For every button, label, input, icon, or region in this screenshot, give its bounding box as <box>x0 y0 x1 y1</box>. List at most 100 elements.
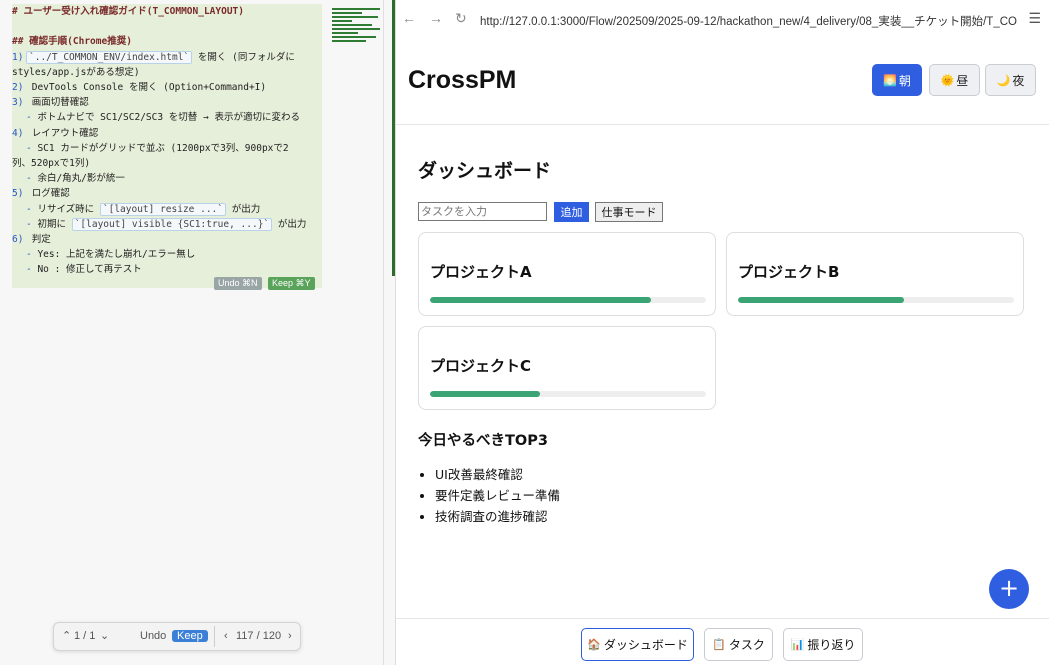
change-counter: 1 / 1 <box>74 630 96 642</box>
editor-line: # ユーザー受け入れ確認ガイド(T_COMMON_LAYOUT) <box>12 4 322 19</box>
editor-text: `[layout] resize ...` <box>99 202 226 216</box>
pane-divider[interactable] <box>383 0 384 665</box>
editor-text: # ユーザー受け入れ確認ガイド(T_COMMON_LAYOUT) <box>12 6 244 17</box>
editor-line: - No : 修正して再テスト <box>12 262 322 277</box>
editor-text: 6) <box>12 234 24 246</box>
chevron-left-icon[interactable]: ‹ <box>224 627 228 646</box>
editor-pane: # ユーザー受け入れ確認ガイド(T_COMMON_LAYOUT) ## 確認手順… <box>0 0 395 665</box>
back-icon[interactable]: ← <box>402 10 416 26</box>
file-counter: 117 / 120 <box>236 630 282 642</box>
add-fab-button[interactable]: + <box>989 569 1029 609</box>
editor-text: 判定 <box>26 234 51 246</box>
progress-fill <box>738 297 904 303</box>
project-card[interactable]: プロジェクトA <box>418 232 716 316</box>
house-icon: 🏠 <box>587 638 601 651</box>
editor-text: ログ確認 <box>26 188 70 200</box>
progress-bar <box>430 297 706 303</box>
url-field[interactable]: http://127.0.0.1:3000/Flow/202509/2025-0… <box>480 13 1020 29</box>
nav-review-label: 振り返り <box>807 638 856 652</box>
editor-text: 5) <box>12 188 24 200</box>
task-input[interactable] <box>418 202 547 221</box>
list-item: 技術調査の進捗確認 <box>435 506 560 527</box>
project-name: プロジェクトC <box>430 357 532 375</box>
theme-morning-button[interactable]: 🌅 朝 <box>872 64 922 96</box>
project-name: プロジェクトA <box>430 263 532 281</box>
chevron-down-icon[interactable]: ⌄ <box>100 627 109 646</box>
nav-dashboard-button[interactable]: 🏠 ダッシュボード <box>581 628 694 661</box>
editor-line: 5) ログ確認 <box>12 186 322 201</box>
top3-list: UI改善最終確認 要件定義レビュー準備 技術調査の進捗確認 <box>418 464 560 527</box>
theme-noon-button[interactable]: 🌞 昼 <box>929 64 980 96</box>
editor-line: 列、520pxで1列) <box>12 156 322 171</box>
editor-text: Yes: 上記を満たし崩れ/エラー無し <box>37 249 196 261</box>
chevron-up-icon[interactable]: ⌃ <box>62 627 71 646</box>
editor-line: styles/app.jsがある想定) <box>12 65 322 80</box>
forward-icon[interactable]: → <box>429 10 443 26</box>
project-name: プロジェクトB <box>738 263 840 281</box>
editor-line: 6) 判定 <box>12 232 322 247</box>
editor-line: 2) DevTools Console を開く (Option+Command+… <box>12 80 322 95</box>
progress-bar <box>430 391 706 397</box>
progress-bar <box>738 297 1014 303</box>
editor-text: No : 修正して再テスト <box>37 264 142 276</box>
minimap[interactable] <box>330 6 382 46</box>
theme-night-button[interactable]: 🌙 夜 <box>985 64 1036 96</box>
markdown-document[interactable]: # ユーザー受け入れ確認ガイド(T_COMMON_LAYOUT) ## 確認手順… <box>12 4 322 288</box>
page-title: ダッシュボード <box>418 160 552 182</box>
bottom-nav: 🏠 ダッシュボード 📋 タスク 📊 振り返り <box>396 618 1049 666</box>
progress-fill <box>430 297 651 303</box>
editor-line: - リサイズ時に `[layout] resize ...` が出力 <box>12 202 322 217</box>
theme-night-label: 夜 <box>1012 73 1025 88</box>
theme-noon-label: 昼 <box>956 73 969 88</box>
nav-dashboard-label: ダッシュボード <box>603 638 688 652</box>
moon-icon: 🌙 <box>996 73 1011 87</box>
editor-line: 3) 画面切替確認 <box>12 95 322 110</box>
editor-text: 画面切替確認 <box>26 97 89 109</box>
keep-label: Keep <box>172 630 208 642</box>
editor-text: SC1 カードがグリッドで並ぶ (1200pxで3列、900pxで2 <box>37 142 289 154</box>
browser-pane: ← → ↻ http://127.0.0.1:3000/Flow/202509/… <box>396 0 1049 665</box>
project-card[interactable]: プロジェクトC <box>418 326 716 410</box>
editor-text: 列、520pxで1列) <box>12 158 91 170</box>
editor-text: `[layout] visible {SC1:true, ...}` <box>71 217 273 231</box>
editor-line: 4) レイアウト確認 <box>12 126 322 141</box>
nav-review-button[interactable]: 📊 振り返り <box>783 628 863 661</box>
list-item: UI改善最終確認 <box>435 464 560 485</box>
editor-text: 4) <box>12 127 24 139</box>
nav-tasks-button[interactable]: 📋 タスク <box>704 628 773 661</box>
editor-line: ## 確認手順(Chrome推奨) <box>12 34 322 49</box>
editor-text: 初期に <box>37 218 72 230</box>
editor-line: - ボトムナビで SC1/SC2/SC3 を切替 → 表示が適切に変わる <box>12 110 322 125</box>
project-card[interactable]: プロジェクトB <box>726 232 1024 316</box>
sun-icon: 🌞 <box>940 73 955 87</box>
editor-text: 2) <box>12 82 24 94</box>
editor-text: styles/app.jsがある想定) <box>12 66 140 78</box>
nav-tasks-label: タスク <box>728 638 765 652</box>
editor-text: 余白/角丸/影が統一 <box>37 173 125 185</box>
editor-text: ボトムナビで SC1/SC2/SC3 を切替 → 表示が適切に変わる <box>37 112 300 124</box>
work-mode-button[interactable]: 仕事モード <box>595 202 663 222</box>
undo-button[interactable]: Undo <box>140 627 166 646</box>
undo-chip[interactable]: Undo ⌘N <box>214 277 262 290</box>
editor-text: `../T_COMMON_ENV/index.html` <box>26 50 193 64</box>
editor-text: ## 確認手順(Chrome推奨) <box>12 36 132 48</box>
editor-text: リサイズ時に <box>37 203 100 215</box>
editor-text: - <box>26 142 38 154</box>
divider <box>214 626 215 647</box>
keep-button[interactable]: Keep <box>172 627 208 646</box>
menu-icon[interactable]: ☰ <box>1028 10 1041 27</box>
editor-text: DevTools Console を開く (Option+Command+I) <box>26 82 267 94</box>
review-toolbar: ⌃ 1 / 1 ⌄ Undo Keep ‹ 117 / 120 › <box>53 622 301 651</box>
chevron-right-icon[interactable]: › <box>288 627 292 646</box>
editor-line: - SC1 カードがグリッドで並ぶ (1200pxで3列、900pxで2 <box>12 141 322 156</box>
editor-text: - <box>26 218 38 230</box>
keep-chip[interactable]: Keep ⌘Y <box>268 277 315 290</box>
editor-line: 1) `../T_COMMON_ENV/index.html` を開く (同フォル… <box>12 50 322 65</box>
editor-line: - 余白/角丸/影が統一 <box>12 171 322 186</box>
editor-line: - 初期に `[layout] visible {SC1:true, ...}`… <box>12 217 322 232</box>
reload-icon[interactable]: ↻ <box>455 10 467 27</box>
add-task-button[interactable]: 追加 <box>554 202 589 222</box>
editor-text: - <box>26 173 38 185</box>
address-bar: ← → ↻ http://127.0.0.1:3000/Flow/202509/… <box>396 0 1049 40</box>
